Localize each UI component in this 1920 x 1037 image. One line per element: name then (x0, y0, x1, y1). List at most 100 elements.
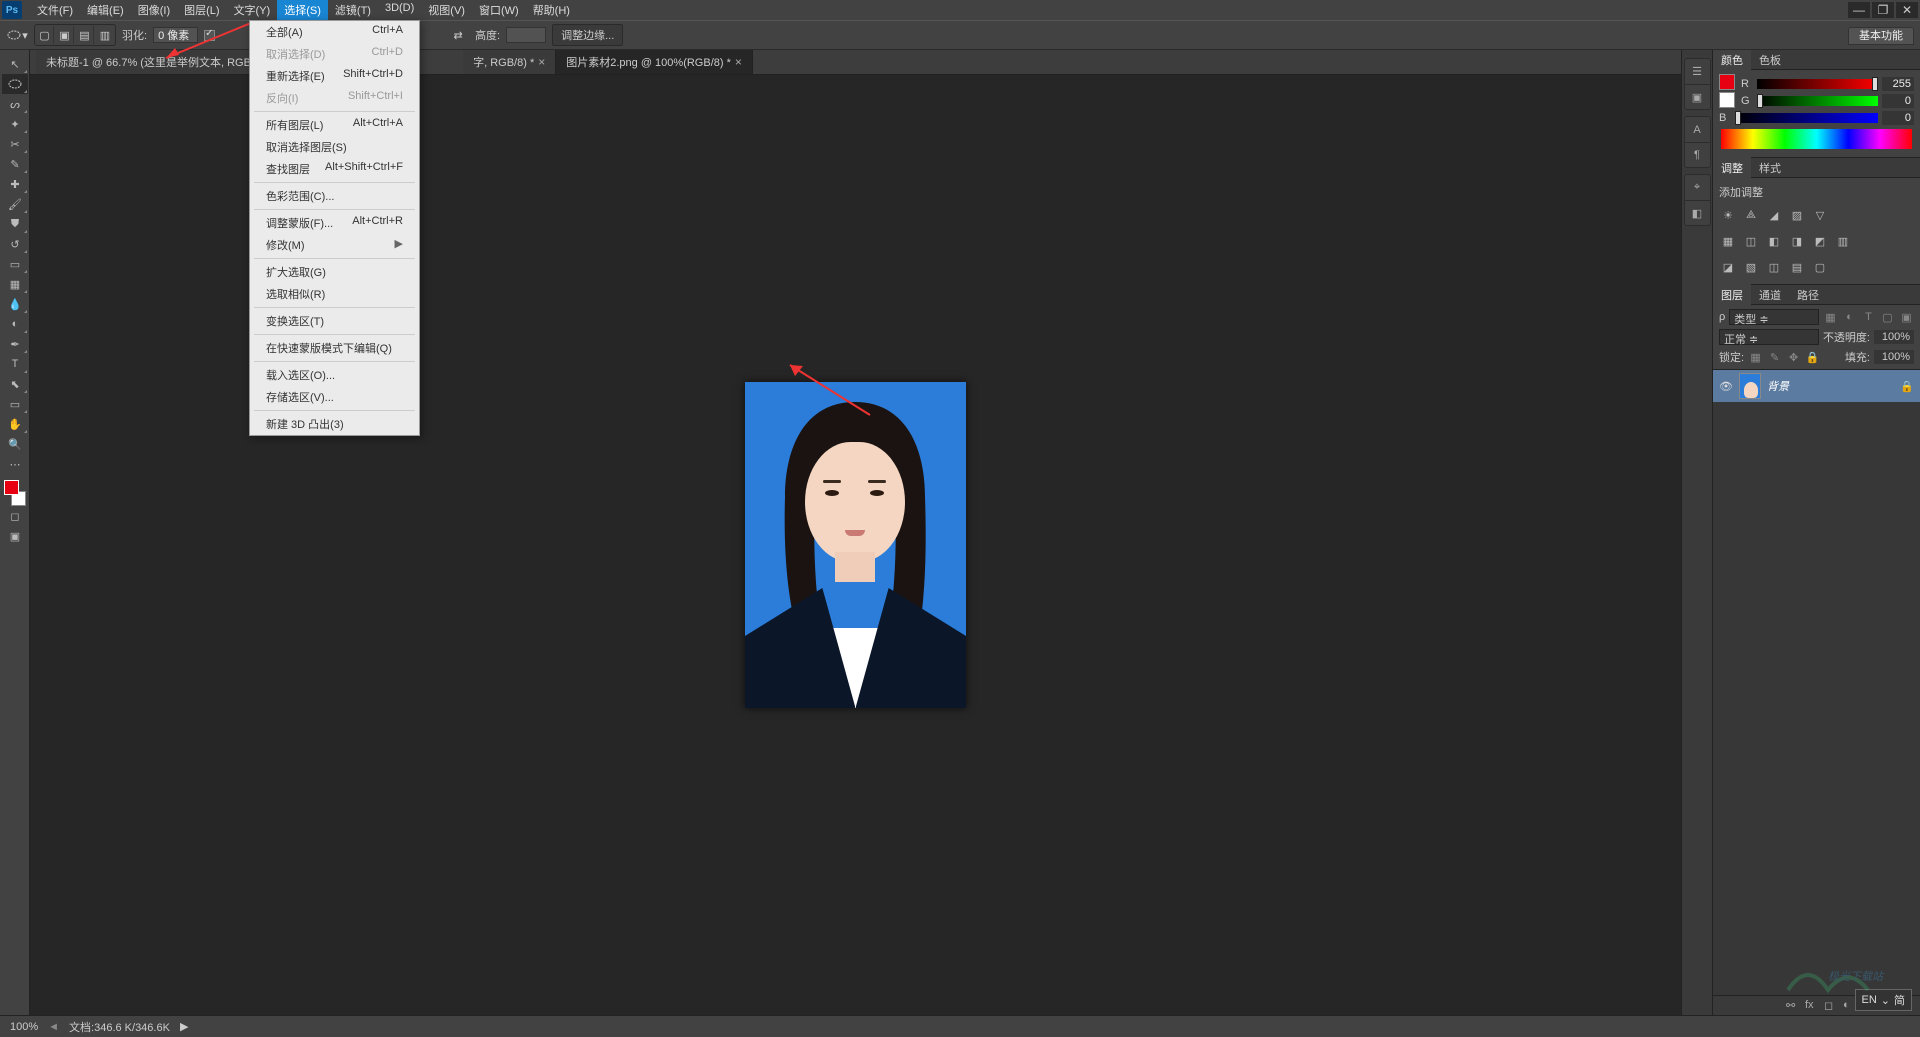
invert-icon[interactable]: ◪ (1719, 258, 1737, 276)
edit-toolbar[interactable]: ⋯ (2, 454, 28, 474)
dd-refine-mask[interactable]: 调整蒙版(F)...Alt+Ctrl+R (250, 212, 419, 234)
dd-new-3d-extrusion[interactable]: 新建 3D 凸出(3) (250, 413, 419, 435)
actions-panel-icon[interactable]: ▣ (1685, 84, 1710, 109)
dd-deselect-layers[interactable]: 取消选择图层(S) (250, 136, 419, 158)
dd-transform-selection[interactable]: 变换选区(T) (250, 310, 419, 332)
menu-layer[interactable]: 图层(L) (177, 0, 226, 21)
zoom-level[interactable]: 100% (10, 1021, 38, 1033)
dd-similar[interactable]: 选取相似(R) (250, 283, 419, 305)
menu-select[interactable]: 选择(S) (277, 0, 328, 21)
slider-b[interactable] (1735, 113, 1878, 123)
panel-foreground-swatch[interactable] (1719, 74, 1735, 90)
menu-image[interactable]: 图像(I) (131, 0, 177, 21)
hue-icon[interactable]: ▦ (1719, 232, 1737, 250)
layer-name-label[interactable]: 背景 (1767, 378, 1894, 394)
dd-color-range[interactable]: 色彩范围(C)... (250, 185, 419, 207)
dd-deselect[interactable]: 取消选择(D)Ctrl+D (250, 43, 419, 65)
dd-grow[interactable]: 扩大选取(G) (250, 261, 419, 283)
document-tab[interactable]: 字, RGB/8) *× (463, 50, 556, 74)
history-brush-tool[interactable]: ↺ (2, 234, 28, 254)
filter-shape-icon[interactable]: ▢ (1880, 310, 1895, 325)
selection-add-icon[interactable]: ▣ (56, 26, 74, 44)
brush-tool[interactable]: 🖌 (2, 194, 28, 214)
eraser-tool[interactable]: ▭ (2, 254, 28, 274)
dd-modify[interactable]: 修改(M)▶ (250, 234, 419, 256)
fill-value[interactable]: 100% (1874, 350, 1914, 364)
filter-text-icon[interactable]: T (1861, 310, 1876, 325)
dd-quick-mask[interactable]: 在快速蒙版模式下编辑(Q) (250, 337, 419, 359)
photo-filter-icon[interactable]: ◨ (1788, 232, 1806, 250)
selective-color-icon[interactable]: ▢ (1811, 258, 1829, 276)
zoom-tool[interactable]: 🔍 (2, 434, 28, 454)
selection-new-icon[interactable]: ▢ (36, 26, 54, 44)
maximize-button[interactable]: ❐ (1872, 2, 1894, 18)
dd-all-layers[interactable]: 所有图层(L)Alt+Ctrl+A (250, 114, 419, 136)
history-panel-icon[interactable]: ☰ (1685, 59, 1710, 84)
lock-position-icon[interactable]: ✥ (1786, 350, 1801, 365)
document-info[interactable]: 文档:346.6 K/346.6K (69, 1019, 170, 1035)
info-panel-icon[interactable]: ◧ (1685, 200, 1710, 225)
move-tool[interactable]: ↖ (2, 54, 28, 74)
document-tab-active[interactable]: 图片素材2.png @ 100%(RGB/8) *× (556, 50, 753, 74)
tab-close-icon[interactable]: × (735, 55, 742, 69)
vibrance-icon[interactable]: ▽ (1811, 206, 1829, 224)
value-b[interactable]: 0 (1882, 111, 1914, 125)
levels-icon[interactable]: ⟁ (1742, 206, 1760, 224)
lasso-tool[interactable]: ᔕ (2, 94, 28, 114)
workspace-switcher[interactable]: 基本功能 (1848, 27, 1914, 45)
layer-thumbnail[interactable] (1739, 373, 1761, 399)
text-tool[interactable]: T (2, 354, 28, 374)
menu-3d[interactable]: 3D(D) (378, 0, 421, 21)
layer-row-background[interactable]: 👁 背景 🔒 (1713, 370, 1920, 402)
exposure-icon[interactable]: ▨ (1788, 206, 1806, 224)
opacity-value[interactable]: 100% (1874, 330, 1914, 344)
lookup-icon[interactable]: ▥ (1834, 232, 1852, 250)
tab-swatches[interactable]: 色板 (1751, 49, 1789, 71)
curves-icon[interactable]: ◢ (1765, 206, 1783, 224)
tab-color[interactable]: 颜色 (1713, 49, 1751, 71)
brightness-icon[interactable]: ☀ (1719, 206, 1737, 224)
gradient-tool[interactable]: ▦ (2, 274, 28, 294)
threshold-icon[interactable]: ◫ (1765, 258, 1783, 276)
channel-mixer-icon[interactable]: ◩ (1811, 232, 1829, 250)
value-g[interactable]: 0 (1882, 94, 1914, 108)
dd-find-layers[interactable]: 查找图层Alt+Shift+Ctrl+F (250, 158, 419, 180)
blur-tool[interactable]: 💧 (2, 294, 28, 314)
healing-tool[interactable]: ✚ (2, 174, 28, 194)
menu-help[interactable]: 帮助(H) (526, 0, 577, 21)
navigator-panel-icon[interactable]: ⌖ (1685, 175, 1710, 200)
dd-load-selection[interactable]: 载入选区(O)... (250, 364, 419, 386)
shape-tool[interactable]: ▭ (2, 394, 28, 414)
swap-dimensions-icon[interactable]: ⇄ (447, 24, 469, 46)
lock-transparency-icon[interactable]: ▦ (1748, 350, 1763, 365)
wand-tool[interactable]: ✦ (2, 114, 28, 134)
feather-input[interactable] (153, 27, 198, 43)
menu-view[interactable]: 视图(V) (421, 0, 472, 21)
path-selection-tool[interactable]: ⬉ (2, 374, 28, 394)
marquee-tool[interactable] (2, 74, 28, 94)
dd-all[interactable]: 全部(A)Ctrl+A (250, 21, 419, 43)
tab-layers[interactable]: 图层 (1713, 284, 1751, 306)
current-tool-icon[interactable]: ▾ (6, 24, 28, 46)
menu-window[interactable]: 窗口(W) (472, 0, 526, 21)
dd-reselect[interactable]: 重新选择(E)Shift+Ctrl+D (250, 65, 419, 87)
color-balance-icon[interactable]: ◫ (1742, 232, 1760, 250)
blend-mode-select[interactable]: 正常 ≑ (1719, 329, 1819, 345)
lock-icon[interactable]: 🔒 (1900, 380, 1914, 393)
dodge-tool[interactable]: ◐ (2, 314, 28, 334)
dd-save-selection[interactable]: 存储选区(V)... (250, 386, 419, 408)
screen-mode-toggle[interactable]: ▣ (2, 526, 28, 546)
menu-filter[interactable]: 滤镜(T) (328, 0, 378, 21)
posterize-icon[interactable]: ▧ (1742, 258, 1760, 276)
menu-type[interactable]: 文字(Y) (227, 0, 278, 21)
selection-intersect-icon[interactable]: ▥ (96, 26, 114, 44)
filter-kind-select[interactable]: 类型 ≑ (1729, 309, 1819, 325)
panel-background-swatch[interactable] (1719, 92, 1735, 108)
paragraph-panel-icon[interactable]: ¶ (1685, 142, 1710, 167)
quick-mask-toggle[interactable]: ◻ (2, 506, 28, 526)
menu-file[interactable]: 文件(F) (30, 0, 80, 21)
dd-inverse[interactable]: 反向(I)Shift+Ctrl+I (250, 87, 419, 109)
refine-edge-button[interactable]: 调整边缘... (552, 24, 623, 46)
foreground-color[interactable] (4, 480, 19, 495)
antialias-checkbox[interactable] (204, 30, 215, 41)
